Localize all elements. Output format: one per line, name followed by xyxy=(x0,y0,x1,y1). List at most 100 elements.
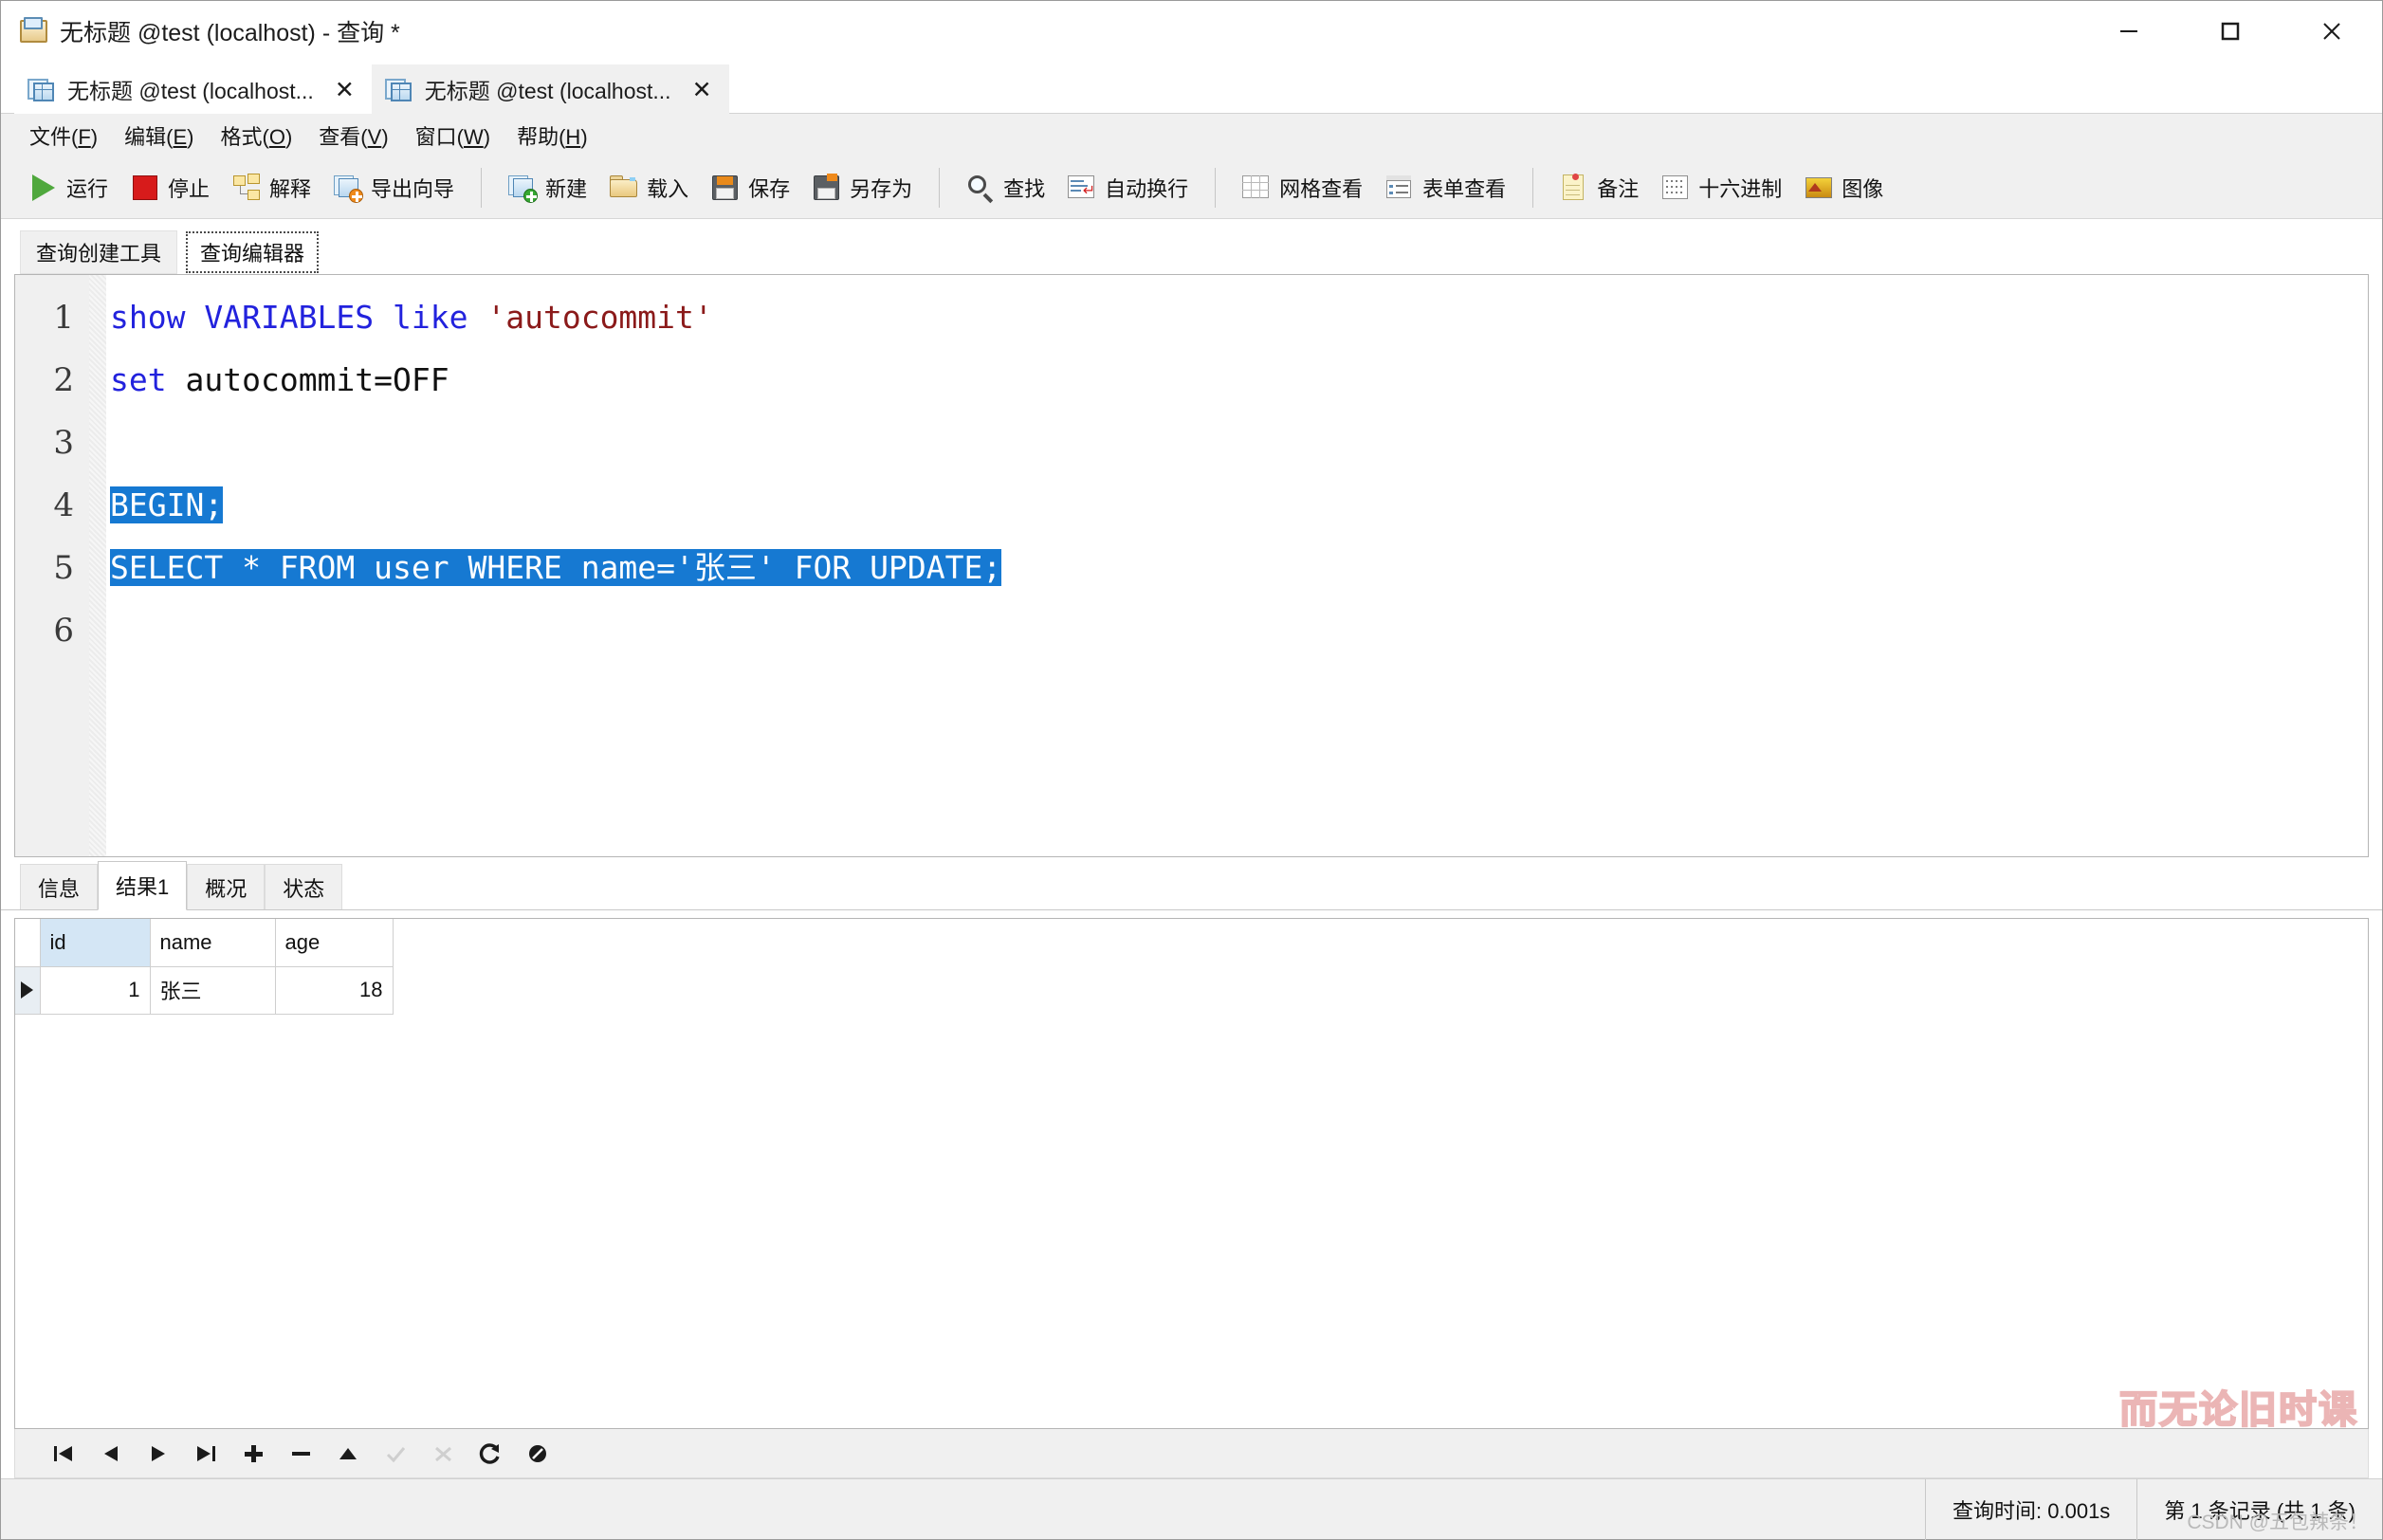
last-record-button[interactable] xyxy=(182,1433,229,1475)
tab-status[interactable]: 状态 xyxy=(265,864,343,909)
tab-result1[interactable]: 结果1 xyxy=(98,861,188,910)
export-wizard-button[interactable]: 导出向导 xyxy=(322,163,466,212)
stop-button[interactable]: 停止 xyxy=(119,163,221,212)
add-record-button[interactable] xyxy=(229,1433,277,1475)
line-number: 2 xyxy=(53,361,74,399)
tab-query-editor[interactable]: 查询编辑器 xyxy=(185,230,321,274)
new-query-button[interactable]: 新建 xyxy=(497,163,598,212)
status-query-time: 查询时间: 0.001s xyxy=(1925,1478,2136,1540)
delete-record-button[interactable] xyxy=(277,1433,324,1475)
current-row-icon xyxy=(21,981,34,999)
row-header-corner xyxy=(15,919,41,967)
toolbar-separator xyxy=(1215,167,1217,208)
image-icon xyxy=(1805,174,1833,202)
next-record-button[interactable] xyxy=(135,1433,182,1475)
line-number: 3 xyxy=(53,424,74,462)
table-header-row: id name age xyxy=(15,919,394,967)
refresh-button[interactable] xyxy=(467,1433,514,1475)
code-line-5[interactable]: SELECT * FROM user WHERE name='张三' FOR U… xyxy=(106,537,2368,599)
save-as-icon xyxy=(813,173,841,202)
image-button[interactable]: 图像 xyxy=(1793,163,1895,212)
word-wrap-icon: ↵ xyxy=(1068,174,1096,202)
line-number: 1 xyxy=(53,299,74,337)
find-button[interactable]: 查找 xyxy=(955,163,1056,212)
results-panel: 信息 结果1 概况 状态 id name age 1 张三 18 而无论旧时课 xyxy=(1,857,2382,1478)
cell-name[interactable]: 张三 xyxy=(150,966,276,1015)
note-button[interactable]: 备注 xyxy=(1549,163,1650,212)
navicat-query-window: 无标题 @test (localhost) - 查询 * 无标题 @test (… xyxy=(0,0,2383,1540)
menu-edit[interactable]: 编辑(E) xyxy=(111,117,207,155)
result-grid[interactable]: id name age 1 张三 18 而无论旧时课 xyxy=(14,918,2369,1429)
query-tab-icon xyxy=(384,77,413,101)
code-line-3[interactable] xyxy=(106,412,2368,474)
stop-button[interactable] xyxy=(514,1433,561,1475)
decorative-watermark: 而无论旧时课 xyxy=(2118,1388,2358,1429)
cell-age[interactable]: 18 xyxy=(275,966,394,1015)
tab-profile[interactable]: 概况 xyxy=(187,864,266,909)
menu-help[interactable]: 帮助(H) xyxy=(504,117,601,155)
document-tab-1[interactable]: 无标题 @test (localhost... ✕ xyxy=(371,64,729,114)
column-header-name[interactable]: name xyxy=(150,919,276,967)
menu-bar: 文件(F) 编辑(E) 格式(O) 查看(V) 窗口(W) 帮助(H) xyxy=(1,114,2382,156)
sql-code-area[interactable]: show VARIABLES like 'autocommit' set aut… xyxy=(106,275,2368,856)
first-record-button[interactable] xyxy=(40,1433,87,1475)
selected-text: SELECT * FROM user WHERE name='张三' FOR U… xyxy=(110,549,1002,586)
grid-view-icon xyxy=(1242,174,1271,202)
save-icon xyxy=(711,174,740,202)
document-tab-close-icon[interactable]: ✕ xyxy=(335,78,355,101)
close-button[interactable] xyxy=(2281,1,2382,61)
result-table: id name age 1 张三 18 xyxy=(15,919,394,1015)
load-button[interactable]: 载入 xyxy=(598,163,700,212)
column-header-age[interactable]: age xyxy=(275,919,394,967)
window-controls xyxy=(2078,1,2382,61)
search-icon xyxy=(966,174,995,203)
apply-up-button[interactable] xyxy=(324,1433,372,1475)
document-tab-close-icon[interactable]: ✕ xyxy=(692,78,712,101)
form-view-button[interactable]: 表单查看 xyxy=(1374,163,1517,212)
stop-icon xyxy=(131,174,159,202)
menu-window[interactable]: 窗口(W) xyxy=(402,117,504,155)
row-marker-cell xyxy=(15,966,41,1015)
new-query-icon xyxy=(508,174,539,203)
cancel-button[interactable] xyxy=(419,1433,467,1475)
confirm-button[interactable] xyxy=(372,1433,419,1475)
toolbar-separator xyxy=(939,167,941,208)
status-bar: 查询时间: 0.001s 第 1 条记录 (共 1 条) CSDN @五包辣条！ xyxy=(1,1478,2382,1540)
document-tab-label: 无标题 @test (localhost... xyxy=(67,79,314,103)
form-view-icon xyxy=(1385,174,1414,202)
line-number: 4 xyxy=(53,486,74,524)
maximize-button[interactable] xyxy=(2179,1,2281,61)
minimize-button[interactable] xyxy=(2078,1,2179,61)
csdn-watermark: CSDN @五包辣条！ xyxy=(2187,1512,2369,1533)
save-as-button[interactable]: 另存为 xyxy=(801,163,924,212)
code-line-2[interactable]: set autocommit=OFF xyxy=(106,349,2368,412)
menu-format[interactable]: 格式(O) xyxy=(207,117,305,155)
code-line-4[interactable]: BEGIN; xyxy=(106,474,2368,537)
hex-button[interactable]: 十六进制 xyxy=(1650,163,1793,212)
selected-text: BEGIN; xyxy=(110,486,224,523)
document-tab-0[interactable]: 无标题 @test (localhost... ✕ xyxy=(14,64,372,114)
note-icon xyxy=(1560,173,1588,202)
code-line-6[interactable] xyxy=(106,599,2368,662)
open-folder-icon xyxy=(610,174,638,202)
column-header-id[interactable]: id xyxy=(40,919,151,967)
save-button[interactable]: 保存 xyxy=(700,163,801,212)
run-icon xyxy=(29,174,58,202)
explain-button[interactable]: 解释 xyxy=(221,163,322,212)
line-number: 5 xyxy=(53,549,74,587)
prev-record-button[interactable] xyxy=(87,1433,135,1475)
sql-editor[interactable]: 1 2 3 4 5 6 show VARIABLES like 'autocom… xyxy=(14,274,2369,857)
table-row[interactable]: 1 张三 18 xyxy=(15,966,394,1015)
code-line-1[interactable]: show VARIABLES like 'autocommit' xyxy=(106,286,2368,349)
run-button[interactable]: 运行 xyxy=(18,163,119,212)
window-title: 无标题 @test (localhost) - 查询 * xyxy=(60,19,400,46)
menu-view[interactable]: 查看(V) xyxy=(305,117,401,155)
title-bar: 无标题 @test (localhost) - 查询 * xyxy=(1,1,2382,61)
tab-query-builder[interactable]: 查询创建工具 xyxy=(20,230,178,274)
line-number: 6 xyxy=(53,612,74,650)
grid-view-button[interactable]: 网格查看 xyxy=(1231,163,1374,212)
tab-info[interactable]: 信息 xyxy=(20,864,99,909)
menu-file[interactable]: 文件(F) xyxy=(16,117,111,155)
word-wrap-button[interactable]: ↵ 自动换行 xyxy=(1056,163,1200,212)
cell-id[interactable]: 1 xyxy=(40,966,151,1015)
